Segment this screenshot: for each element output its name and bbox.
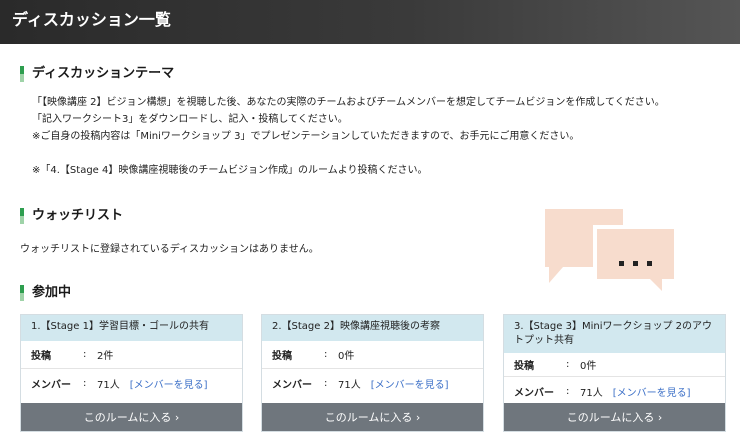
members-label: メンバー	[31, 379, 71, 391]
room-card-title: 1.【Stage 1】学習目標・ゴールの共有	[21, 315, 242, 341]
room-members-row: メンバー : 71人 [メンバーを見る]	[504, 377, 725, 405]
participating-section-title: 参加中	[20, 285, 71, 301]
posts-colon: :	[83, 349, 87, 360]
members-label: メンバー	[514, 387, 554, 399]
posts-count: 2件	[97, 351, 114, 362]
room-card: 3.【Stage 3】Miniワークショップ 2のアウトプット共有 投稿 : 0…	[503, 314, 726, 432]
theme-line-3: ※ご自身の投稿内容は「Miniワークショップ 3」でプレゼンテーションしていただ…	[32, 131, 580, 142]
room-members-row: メンバー : 71人 [メンバーを見る]	[262, 369, 483, 397]
room-members-row: メンバー : 71人 [メンバーを見る]	[21, 369, 242, 397]
room-card: 1.【Stage 1】学習目標・ゴールの共有 投稿 : 2件 メンバー : 71…	[20, 314, 243, 432]
members-colon: :	[83, 377, 87, 389]
room-posts-row: 投稿 : 0件	[504, 353, 725, 377]
room-posts-row: 投稿 : 2件	[21, 341, 242, 369]
members-count: 71人	[338, 379, 361, 391]
watchlist-empty-text: ウォッチリストに登録されているディスカッションはありません。	[20, 244, 319, 255]
section-marker-icon	[20, 208, 24, 224]
enter-room-button[interactable]: このルームに入る ›	[262, 403, 483, 431]
theme-line-1: 「【映像講座 2】ビジョン構想」を視聴した後、あなたの実際のチームおよびチームメ…	[32, 97, 665, 108]
section-marker-icon	[20, 285, 24, 301]
members-count: 71人	[97, 379, 120, 391]
theme-line-2: 「記入ワークシート3」をダウンロードし、記入・投稿してください。	[32, 114, 348, 125]
posts-count: 0件	[338, 351, 355, 362]
posts-colon: :	[566, 359, 570, 370]
participating-title-text: 参加中	[32, 285, 72, 300]
page-header: ディスカッション一覧	[0, 0, 740, 44]
page-title: ディスカッション一覧	[12, 10, 171, 29]
room-card-title: 2.【Stage 2】映像講座視聴後の考察	[262, 315, 483, 341]
members-colon: :	[324, 377, 328, 389]
posts-count: 0件	[580, 361, 597, 372]
theme-title-text: ディスカッションテーマ	[32, 66, 175, 81]
posts-label: 投稿	[31, 351, 51, 362]
section-marker-icon	[20, 66, 24, 82]
enter-room-button[interactable]: このルームに入る ›	[504, 403, 725, 431]
posts-colon: :	[324, 349, 328, 360]
room-card-title: 3.【Stage 3】Miniワークショップ 2のアウトプット共有	[504, 315, 725, 353]
chat-bubbles-icon	[545, 209, 678, 301]
posts-label: 投稿	[514, 361, 534, 372]
members-colon: :	[566, 385, 570, 397]
enter-room-button[interactable]: このルームに入る ›	[21, 403, 242, 431]
members-count: 71人	[580, 387, 603, 399]
watchlist-title-text: ウォッチリスト	[32, 208, 124, 223]
room-posts-row: 投稿 : 0件	[262, 341, 483, 369]
theme-line-4: ※「4.【Stage 4】映像講座視聴後のチームビジョン作成」のルームより投稿く…	[32, 165, 428, 176]
view-members-link[interactable]: [メンバーを見る]	[130, 376, 208, 391]
posts-label: 投稿	[272, 351, 292, 362]
room-card: 2.【Stage 2】映像講座視聴後の考察 投稿 : 0件 メンバー : 71人…	[261, 314, 484, 432]
view-members-link[interactable]: [メンバーを見る]	[613, 384, 691, 399]
members-label: メンバー	[272, 379, 312, 391]
theme-section-title: ディスカッションテーマ	[20, 66, 174, 82]
view-members-link[interactable]: [メンバーを見る]	[371, 376, 449, 391]
watchlist-section-title: ウォッチリスト	[20, 208, 123, 224]
